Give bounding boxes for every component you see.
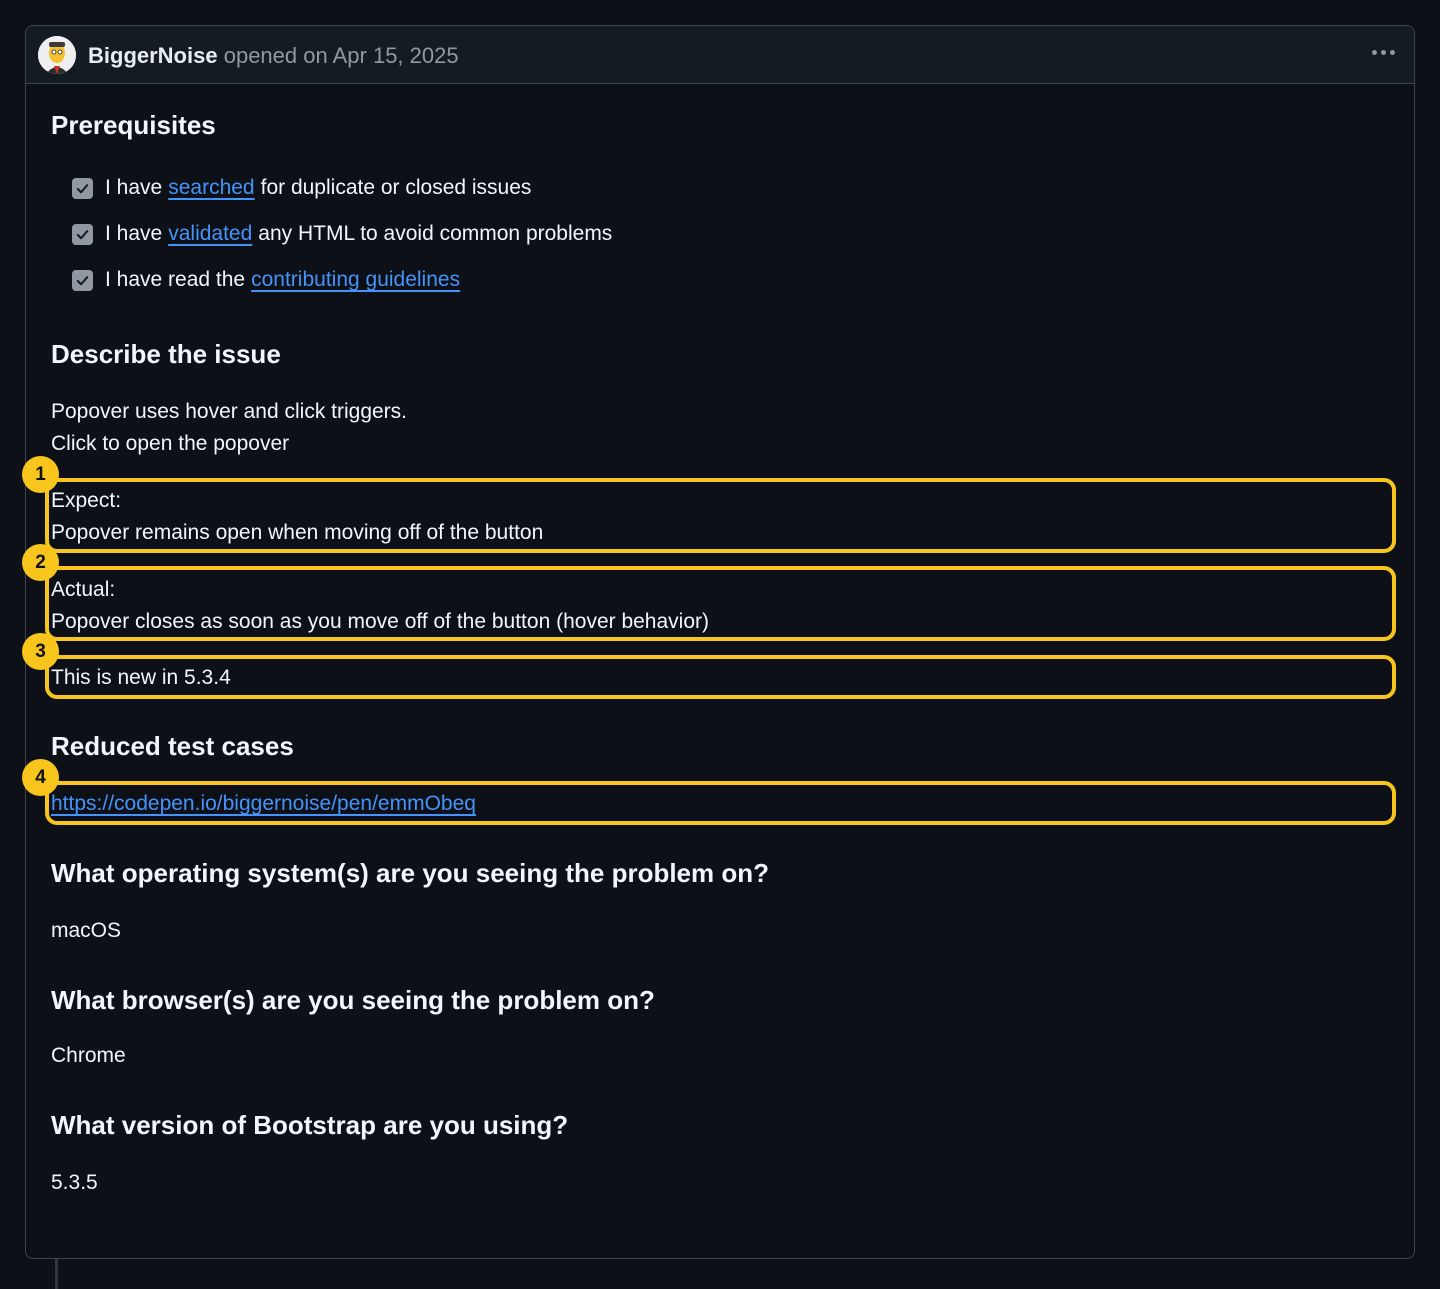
annotation-badge: 1 (22, 456, 59, 493)
checklist-item: I have read the contributing guidelines (72, 265, 460, 295)
contributing-guidelines-link[interactable]: contributing guidelines (251, 268, 460, 292)
checklist-text: for duplicate or closed issues (260, 176, 532, 199)
checkbox-checked-icon[interactable] (72, 223, 93, 245)
os-value: macOS (51, 919, 122, 942)
annotation-box (45, 566, 1396, 641)
checklist-item: I have validated any HTML to avoid commo… (72, 219, 612, 249)
describe-heading: Describe the issue (51, 339, 281, 369)
opened-date: opened on Apr 15, 2025 (223, 43, 459, 68)
reduced-test-cases-heading: Reduced test cases (51, 731, 294, 761)
description-line: Click to open the popover (51, 432, 290, 455)
more-options-icon[interactable] (1368, 40, 1398, 64)
checklist-text: I have (105, 176, 163, 199)
checkbox-checked-icon[interactable] (72, 269, 93, 291)
annotation-box (45, 478, 1396, 553)
issue-comment-card: BiggerNoise opened on Apr 15, 2025 Prere… (22, 25, 1415, 1259)
annotation-badge: 3 (22, 633, 59, 670)
browser-value: Chrome (51, 1044, 126, 1067)
description-line: Popover uses hover and click triggers. (51, 400, 408, 423)
bootstrap-version-value: 5.3.5 (51, 1171, 98, 1194)
prerequisites-heading: Prerequisites (51, 110, 216, 140)
checklist-item: I have searched for duplicate or closed … (72, 173, 531, 203)
searched-link[interactable]: searched (168, 176, 254, 200)
annotation-badge: 4 (22, 759, 59, 796)
checklist-text: I have read the (105, 268, 246, 291)
timeline-line (55, 1259, 58, 1289)
annotation-badge: 2 (22, 544, 59, 581)
validated-link[interactable]: validated (168, 222, 252, 246)
annotation-box (45, 655, 1396, 699)
checklist-text: any HTML to avoid common problems (258, 222, 613, 245)
avatar[interactable] (38, 36, 76, 74)
checklist-text: I have (105, 222, 163, 245)
comment-header-text: BiggerNoise opened on Apr 15, 2025 (88, 43, 459, 69)
annotation-box (45, 781, 1396, 825)
os-heading: What operating system(s) are you seeing … (51, 858, 770, 888)
bootstrap-version-heading: What version of Bootstrap are you using? (51, 1110, 569, 1140)
browser-heading: What browser(s) are you seeing the probl… (51, 985, 655, 1015)
comment-header: BiggerNoise opened on Apr 15, 2025 (26, 26, 1414, 84)
checkbox-checked-icon[interactable] (72, 177, 93, 199)
author-link[interactable]: BiggerNoise (88, 43, 218, 68)
